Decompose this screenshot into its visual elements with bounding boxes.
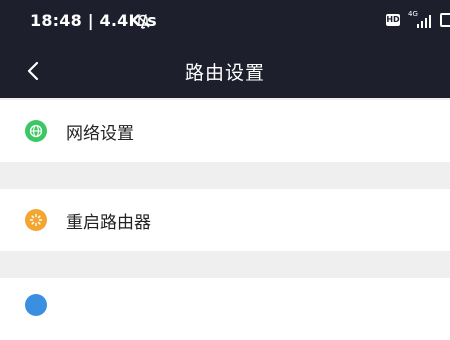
nav-bar: 路由设置 — [0, 44, 450, 98]
network-settings-label: 网络设置 — [66, 123, 134, 144]
status-bar: 18:48 | 4.4K/s HD 4G — [0, 0, 450, 44]
menu-item-3[interactable] — [0, 278, 450, 340]
restart-router-label: 重启路由器 — [66, 212, 151, 233]
battery-icon — [440, 13, 450, 27]
hd-icon: HD — [386, 14, 400, 26]
globe-icon — [25, 120, 47, 142]
bell-off-icon — [136, 14, 150, 29]
network-settings-item[interactable]: 网络设置 — [0, 100, 450, 162]
page-title: 路由设置 — [184, 62, 265, 84]
restart-router-item[interactable]: 重启路由器 — [0, 189, 450, 251]
restart-icon — [25, 209, 47, 231]
signal-icon — [417, 15, 431, 28]
circle-icon — [25, 294, 47, 316]
